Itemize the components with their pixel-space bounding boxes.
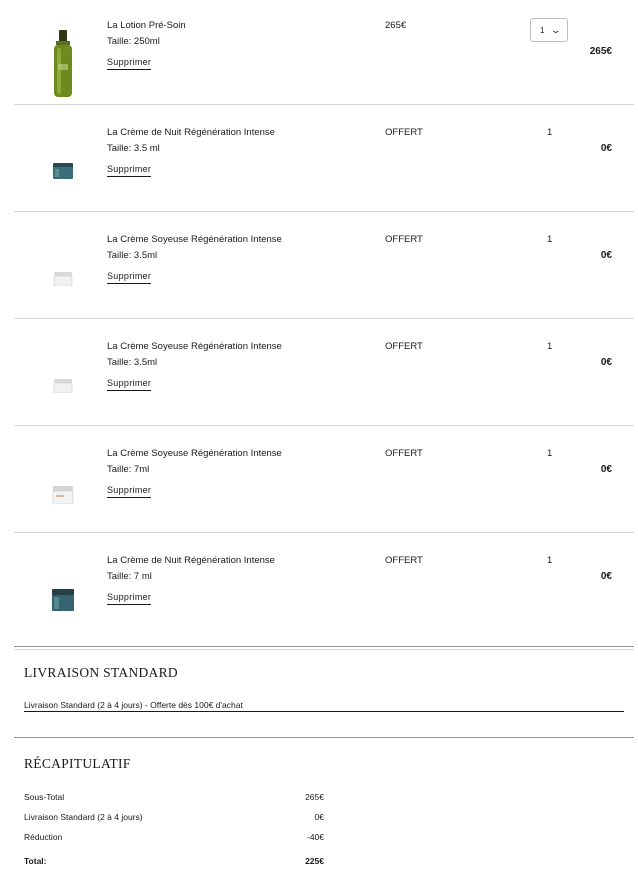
product-name: La Crème Soyeuse Régénération Intense [107, 234, 282, 245]
product-image [50, 379, 76, 393]
product-size: Taille: 7 ml [107, 571, 152, 582]
product-image [50, 486, 76, 504]
white-jar-icon [52, 486, 74, 504]
product-size: Taille: 3.5 ml [107, 143, 160, 154]
white-jar-icon [53, 379, 73, 393]
product-price: OFFERT [385, 555, 423, 566]
product-price: OFFERT [385, 234, 423, 245]
summary-label: Livraison Standard (2 à 4 jours) [24, 812, 143, 822]
product-price: 265€ [385, 20, 407, 31]
product-total: 0€ [600, 250, 612, 261]
shipping-title: LIVRAISON STANDARD [24, 665, 178, 680]
white-jar-icon [53, 272, 73, 286]
divider [14, 646, 634, 647]
cart-row: La Crème Soyeuse Régénération Intense Ta… [14, 426, 634, 533]
product-price: OFFERT [385, 341, 423, 352]
product-name: La Crème Soyeuse Régénération Intense [107, 341, 282, 352]
summary-line-shipping: Livraison Standard (2 à 4 jours) 0€ [24, 812, 324, 822]
remove-link[interactable]: Supprimer [107, 56, 152, 70]
summary-value: -40€ [306, 832, 324, 842]
total-value: 225€ [305, 856, 324, 866]
product-total: 0€ [600, 571, 612, 582]
cart-row: La Lotion Pré-Soin Taille: 250ml Supprim… [14, 0, 634, 105]
product-image [50, 163, 76, 179]
product-size: Taille: 250ml [107, 36, 160, 47]
product-image [50, 589, 76, 611]
summary-line-total: Total: 225€ [24, 856, 324, 866]
summary-title: RÉCAPITULATIF [24, 756, 131, 771]
remove-link[interactable]: Supprimer [107, 163, 152, 177]
remove-link[interactable]: Supprimer [107, 377, 152, 391]
cart-row: La Crème de Nuit Régénération Intense Ta… [14, 533, 634, 650]
product-size: Taille: 3.5ml [107, 250, 158, 261]
product-name: La Lotion Pré-Soin [107, 20, 186, 31]
product-size: Taille: 3.5ml [107, 357, 158, 368]
cart-row: La Crème de Nuit Régénération Intense Ta… [14, 105, 634, 212]
remove-link[interactable]: Supprimer [107, 591, 152, 605]
cart-row: La Crème Soyeuse Régénération Intense Ta… [14, 212, 634, 319]
quantity-select[interactable]: 1 ⌄ [530, 18, 568, 42]
cart-row: La Crème Soyeuse Régénération Intense Ta… [14, 319, 634, 426]
cart-items: La Lotion Pré-Soin Taille: 250ml Supprim… [14, 0, 634, 650]
product-total: 0€ [600, 143, 612, 154]
product-name: La Crème Soyeuse Régénération Intense [107, 448, 282, 459]
product-price: OFFERT [385, 448, 423, 459]
remove-link[interactable]: Supprimer [107, 270, 152, 284]
summary-line-discount: Réduction -40€ [24, 832, 324, 842]
product-quantity: 1 [547, 448, 553, 459]
product-size: Taille: 7ml [107, 464, 150, 475]
product-quantity: 1 [547, 555, 553, 566]
product-quantity: 1 [547, 127, 553, 138]
product-total: 0€ [600, 464, 612, 475]
total-label: Total: [24, 856, 47, 866]
remove-link[interactable]: Supprimer [107, 484, 152, 498]
summary-line-subtotal: Sous-Total 265€ [24, 792, 324, 802]
product-name: La Crème de Nuit Régénération Intense [107, 127, 275, 138]
product-price: OFFERT [385, 127, 423, 138]
teal-jar-icon [53, 163, 73, 179]
shipping-option-link[interactable]: Livraison Standard (2 à 4 jours) - Offer… [24, 700, 624, 712]
chevron-down-icon: ⌄ [550, 24, 562, 35]
product-total: 265€ [589, 46, 612, 57]
product-image [50, 272, 76, 286]
teal-jar-icon [52, 589, 74, 611]
product-quantity: 1 [547, 341, 553, 352]
product-image [50, 30, 76, 98]
product-name: La Crème de Nuit Régénération Intense [107, 555, 275, 566]
summary-label: Sous-Total [24, 792, 65, 802]
green-bottle-icon [54, 30, 72, 97]
summary-label: Réduction [24, 832, 63, 842]
product-quantity: 1 [547, 234, 553, 245]
product-total: 0€ [600, 357, 612, 368]
summary-value: 265€ [305, 792, 324, 802]
divider [14, 737, 634, 738]
summary-value: 0€ [314, 812, 324, 822]
quantity-value: 1 [540, 25, 545, 35]
